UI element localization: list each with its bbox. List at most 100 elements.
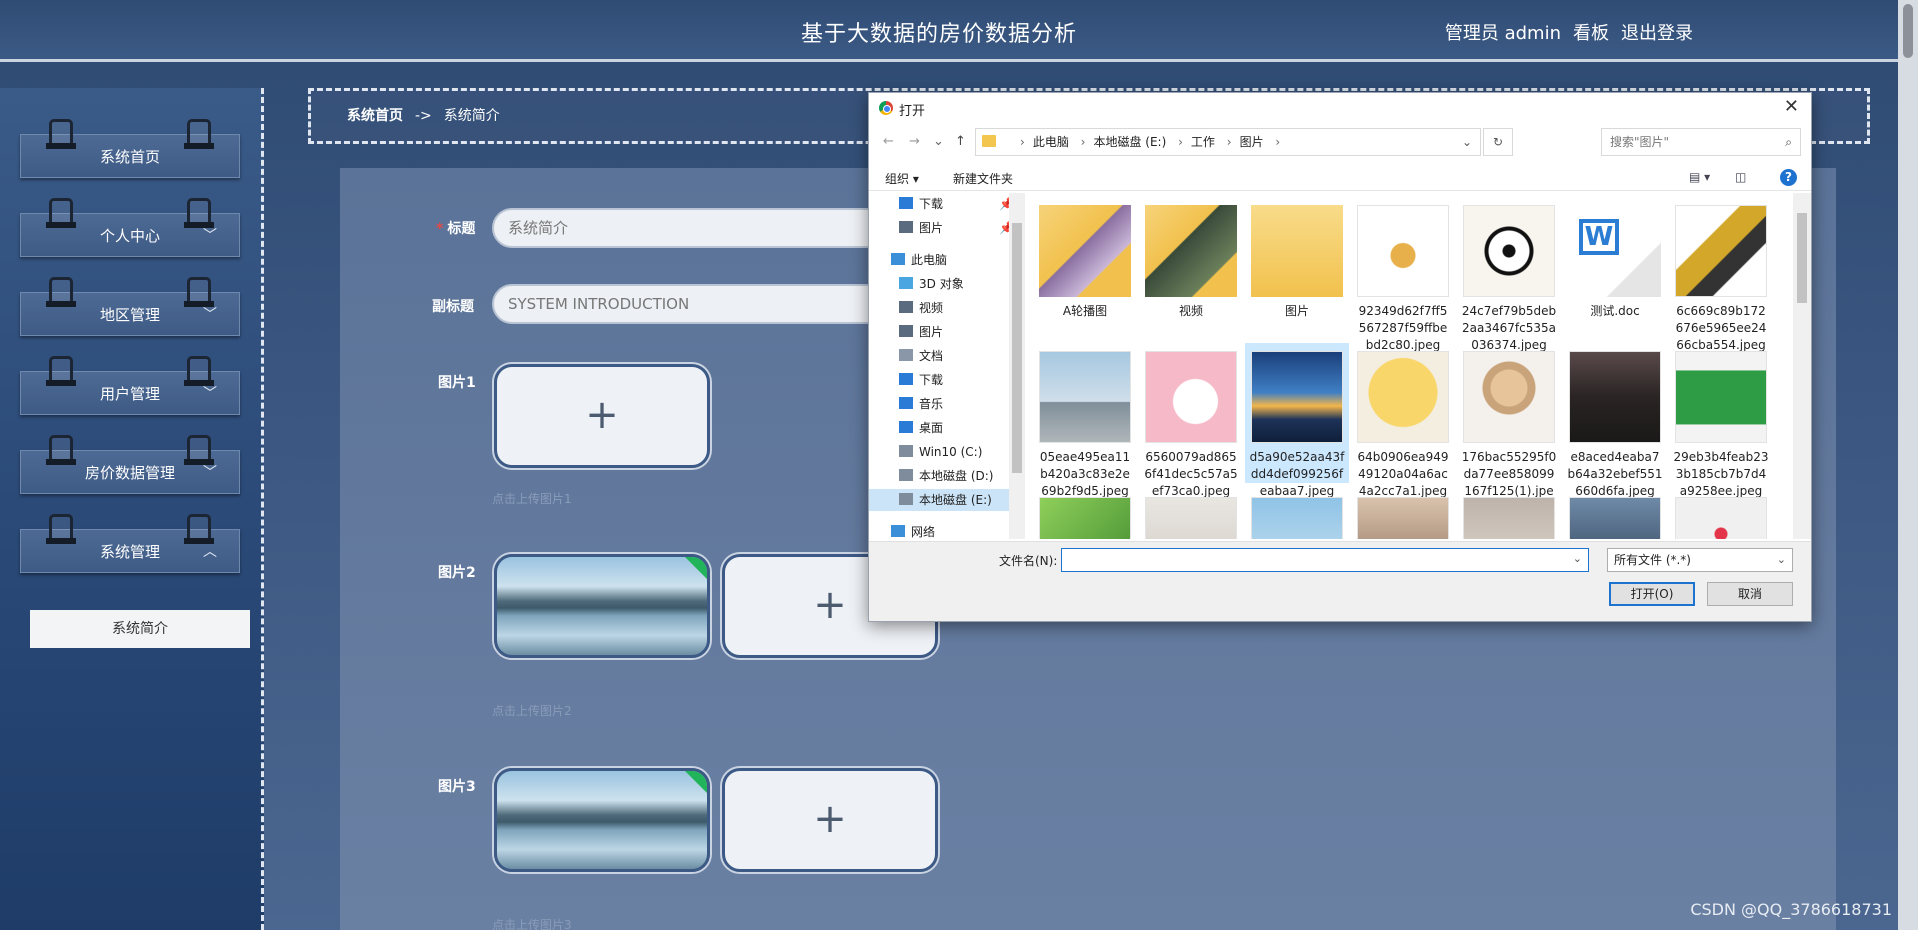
nav-item[interactable]: 网络	[891, 521, 1024, 539]
board-link[interactable]: 看板	[1573, 19, 1609, 45]
nav-scrollbar[interactable]	[1009, 193, 1025, 539]
file-item-folder[interactable]: 视频	[1139, 197, 1243, 337]
nav-item[interactable]: 本地磁盘 (D:)	[899, 465, 1024, 487]
clip-icon	[46, 119, 76, 149]
nav-scrollbar-thumb[interactable]	[1012, 223, 1022, 473]
files-scrollbar[interactable]	[1793, 193, 1811, 539]
forward-arrow-icon[interactable]: →	[909, 134, 920, 149]
drive-icon	[899, 445, 913, 457]
subtitle-label: 副标题	[432, 299, 474, 315]
sidebar-item-system[interactable]: 系统管理 ︿	[20, 514, 240, 573]
file-item-image[interactable]	[1457, 489, 1561, 539]
file-item-image[interactable]: 24c7ef79b5deb2aa3467fc535a036374.jpeg	[1457, 197, 1561, 352]
close-icon[interactable]: ✕	[1784, 96, 1799, 117]
file-item-image[interactable]: 6c669c89b172676e5965ee2466cba554.jpeg	[1669, 197, 1773, 352]
file-item-image[interactable]	[1669, 489, 1773, 539]
open-button[interactable]: 打开(O)	[1609, 582, 1695, 606]
chevron-down-icon[interactable]: ⌄	[1573, 552, 1582, 565]
nav-item[interactable]: 文档	[899, 345, 1024, 367]
path-separator: ›	[1080, 135, 1086, 149]
pic1-upload-button[interactable]: +	[494, 364, 710, 468]
recent-chevron-icon[interactable]: ⌄	[933, 134, 944, 149]
breadcrumb-home[interactable]: 系统首页	[347, 108, 403, 124]
page-scrollbar[interactable]	[1898, 0, 1918, 930]
file-item-folder[interactable]: A轮播图	[1033, 197, 1137, 337]
sidebar-item-region[interactable]: 地区管理 ﹀	[20, 277, 240, 336]
nav-item[interactable]: Win10 (C:)	[899, 441, 1024, 463]
file-item-image[interactable]: 176bac55295f0da77ee858099167f125(1).jpeg	[1457, 343, 1561, 515]
help-icon[interactable]: ?	[1780, 169, 1797, 186]
address-row: ← → ⌄ ↑ › 此电脑 › 本地磁盘 (E:) › 工作 › 图片 › ⌄ ↻ 搜索…	[869, 125, 1811, 159]
files-scrollbar-thumb[interactable]	[1797, 213, 1807, 303]
pic1-hint: 点击上传图片1	[492, 492, 572, 506]
file-item-doc[interactable]: W 测试.doc	[1563, 197, 1667, 337]
nav-item[interactable]: 此电脑	[891, 249, 1024, 271]
file-item-folder[interactable]: 图片	[1245, 197, 1349, 337]
sidebar-item-label: 房价数据管理	[84, 464, 175, 482]
file-item-image[interactable]	[1033, 489, 1137, 539]
sidebar-item-house-data[interactable]: 房价数据管理 ﹀	[20, 435, 240, 494]
documents-icon	[899, 349, 913, 361]
navigation-pane: 下载 📌 图片 📌 此电脑 3D 对象 视频 图片 文档 下载 音乐 桌面 Win1…	[869, 193, 1025, 539]
drive-icon	[899, 493, 913, 505]
chevron-down-icon[interactable]: ⌄	[1462, 129, 1472, 155]
download-icon	[899, 373, 913, 385]
back-arrow-icon[interactable]: ←	[883, 134, 894, 149]
refresh-icon[interactable]: ↻	[1483, 128, 1513, 156]
file-item-image[interactable]: 64b0906ea94949120a04a6ac4a2cc7a1.jpeg	[1351, 343, 1455, 498]
image-thumbnail	[1463, 205, 1555, 297]
nav-item[interactable]: 下载	[899, 369, 1024, 391]
pic2-thumbnail[interactable]	[494, 554, 710, 658]
filename-input[interactable]: ⌄	[1061, 548, 1589, 572]
file-item-image[interactable]	[1139, 489, 1243, 539]
nav-item[interactable]: 音乐	[899, 393, 1024, 415]
chevron-down-icon: ﹀	[203, 386, 217, 402]
preview-pane-icon[interactable]: ◫	[1735, 170, 1746, 184]
view-options-icon[interactable]: ▤ ▾	[1689, 170, 1710, 184]
file-item-image[interactable]: 05eae495ea11b420a3c83e2e69b2f9d5.jpeg	[1033, 343, 1137, 498]
path-segment[interactable]: 此电脑	[1033, 135, 1069, 149]
nav-item[interactable]: 图片 📌	[899, 217, 1024, 239]
header-actions: 管理员 admin 看板 退出登录	[1445, 19, 1693, 45]
organize-button[interactable]: 组织 ▾	[885, 170, 919, 187]
path-separator: ›	[1275, 135, 1281, 149]
sidebar-subitem-intro[interactable]: 系统简介	[30, 610, 250, 648]
file-item-image[interactable]	[1563, 489, 1667, 539]
nav-item[interactable]: 下载 📌	[899, 193, 1024, 215]
file-item-image[interactable]	[1245, 489, 1349, 539]
search-input[interactable]: 搜索"图片" ⌕	[1601, 128, 1801, 156]
dialog-title: 打开	[899, 104, 926, 119]
nav-item[interactable]: 视频	[899, 297, 1024, 319]
file-item-image[interactable]: e8aced4eaba7b64a32ebef551660d6fa.jpeg	[1563, 343, 1667, 498]
path-segment[interactable]: 工作	[1191, 135, 1215, 149]
clip-icon	[46, 198, 76, 228]
sidebar-item-home[interactable]: 系统首页	[20, 119, 240, 178]
up-arrow-icon[interactable]: ↑	[955, 134, 966, 149]
new-folder-button[interactable]: 新建文件夹	[953, 170, 1013, 187]
path-segment[interactable]: 本地磁盘 (E:)	[1093, 135, 1166, 149]
nav-item[interactable]: 桌面	[899, 417, 1024, 439]
pic3-upload-button[interactable]: +	[722, 768, 938, 872]
file-item-image[interactable]	[1351, 489, 1455, 539]
nav-item[interactable]: 图片	[899, 321, 1024, 343]
file-item-image[interactable]: 29eb3b4feab233b185cb7b7d4a9258ee.jpeg	[1669, 343, 1773, 498]
pic3-hint: 点击上传图片3	[492, 918, 572, 930]
address-bar[interactable]: › 此电脑 › 本地磁盘 (E:) › 工作 › 图片 › ⌄	[975, 128, 1481, 156]
pictures-icon	[899, 325, 913, 337]
file-item-image-selected[interactable]: d5a90e52aa43fdd4def099256feabaa7.jpeg	[1245, 343, 1349, 498]
logout-link[interactable]: 退出登录	[1621, 19, 1693, 45]
nav-item-selected[interactable]: 本地磁盘 (E:)	[869, 489, 1009, 511]
cancel-button[interactable]: 取消	[1707, 582, 1793, 606]
sidebar-item-personal[interactable]: 个人中心 ﹀	[20, 198, 240, 257]
sidebar-item-users[interactable]: 用户管理 ﹀	[20, 356, 240, 415]
dialog-titlebar[interactable]: 打开 ✕	[869, 93, 1811, 123]
path-segment[interactable]: 图片	[1240, 135, 1264, 149]
filetype-select[interactable]: 所有文件 (*.*) ⌄	[1607, 548, 1793, 572]
page-scrollbar-thumb[interactable]	[1903, 4, 1913, 58]
file-item-image[interactable]: 6560079ad8656f41dec5c57a5ef73ca0.jpeg	[1139, 343, 1243, 498]
nav-item[interactable]: 3D 对象	[899, 273, 1024, 295]
pic3-thumbnail[interactable]	[494, 768, 710, 872]
chevron-down-icon: ﹀	[203, 465, 217, 481]
pic2-hint: 点击上传图片2	[492, 704, 572, 718]
file-item-image[interactable]: 92349d62f7ff5567287f59ffbebd2c80.jpeg	[1351, 197, 1455, 352]
